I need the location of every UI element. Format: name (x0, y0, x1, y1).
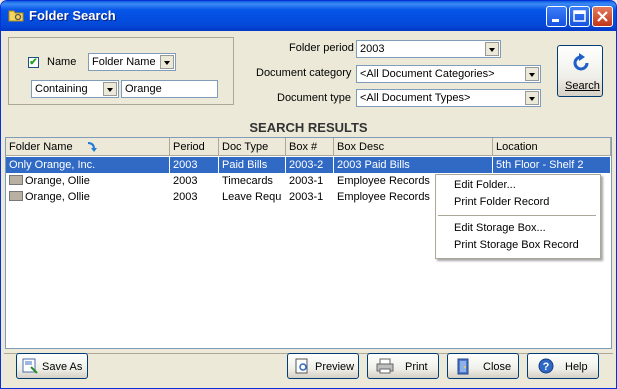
search-button[interactable]: Search (557, 45, 603, 97)
name-filter-group: ✔ Name Folder Name Containing Orange (8, 37, 234, 105)
document-category-label: Document category (256, 67, 352, 79)
column-header-box-desc[interactable]: Box Desc (334, 138, 493, 156)
chevron-down-icon[interactable] (103, 82, 117, 96)
print-label: Print (405, 361, 428, 373)
name-checkbox[interactable]: ✔ (28, 57, 39, 68)
printer-icon (376, 358, 394, 374)
minimize-button[interactable] (546, 6, 567, 27)
title-bar[interactable]: Folder Search (1, 1, 616, 31)
folder-name-text: Orange, Ollie (25, 175, 90, 187)
match-mode-select[interactable]: Containing (31, 80, 119, 98)
document-type-select[interactable]: <All Document Types> (356, 89, 541, 107)
help-icon: ? (538, 358, 554, 374)
name-checkbox-label: Name (47, 56, 77, 68)
search-button-label: Search (565, 80, 600, 92)
chevron-down-icon[interactable] (160, 55, 174, 69)
cell-period: 2003 (173, 191, 198, 203)
row-context-menu: Edit Folder... Print Folder Record Edit … (435, 174, 601, 259)
document-type-label: Document type (277, 92, 351, 104)
close-window-button[interactable] (592, 6, 613, 27)
cell-box-number: 2003-1 (289, 191, 324, 203)
name-field-select[interactable]: Folder Name (88, 53, 176, 71)
save-as-icon (22, 358, 38, 374)
preview-icon (295, 358, 308, 374)
preview-label: Preview (315, 361, 355, 373)
maximize-icon (573, 10, 586, 22)
folder-search-window: Folder Search ✔ Name Folder Name Contain… (0, 0, 617, 389)
column-header-label: Folder Name (9, 141, 73, 153)
cell-folder-name: Orange, Ollie (6, 189, 170, 205)
grid-header: Folder Name Period Doc Type Box # Box De… (6, 138, 611, 156)
print-button[interactable]: Print (367, 353, 439, 379)
close-door-icon (457, 358, 469, 375)
folder-period-select[interactable]: 2003 (356, 40, 501, 58)
cell-box-number: 2003-1 (289, 175, 324, 187)
column-header-location[interactable]: Location (493, 138, 611, 156)
svg-text:?: ? (543, 361, 550, 373)
close-label: Close (483, 361, 512, 373)
cell-period: 2003 (170, 157, 219, 173)
results-title: SEARCH RESULTS (249, 120, 368, 135)
menu-item-print-folder-record[interactable]: Print Folder Record (454, 196, 549, 208)
save-as-button[interactable]: Save As (16, 353, 88, 379)
cell-doc-type: Paid Bills (219, 157, 286, 173)
cell-doc-type: Timecards (222, 175, 273, 187)
cell-location: 5th Floor - Shelf 2 (493, 157, 611, 173)
cell-folder-name: Orange, Ollie (6, 173, 170, 189)
folder-icon (9, 191, 23, 201)
cell-box-number: 2003-2 (286, 157, 334, 173)
column-header-period[interactable]: Period (170, 138, 219, 156)
help-label: Help (565, 361, 588, 373)
folder-search-icon (8, 10, 24, 22)
cell-doc-type: Leave Requ (222, 191, 282, 203)
refresh-icon (573, 53, 589, 71)
sort-arrow-icon (87, 142, 97, 152)
chevron-down-icon[interactable] (525, 67, 539, 81)
folder-name-text: Orange, Ollie (25, 191, 90, 203)
preview-button[interactable]: Preview (287, 353, 359, 379)
minimize-icon (552, 19, 559, 22)
menu-item-edit-folder[interactable]: Edit Folder... (454, 179, 516, 191)
column-header-box-number[interactable]: Box # (286, 138, 334, 156)
column-header-folder-name[interactable]: Folder Name (6, 138, 170, 156)
menu-item-print-storage-box-record[interactable]: Print Storage Box Record (454, 239, 579, 251)
document-type-value: <All Document Types> (360, 92, 471, 104)
name-field-value: Folder Name (92, 56, 156, 68)
match-mode-value: Containing (35, 83, 88, 95)
document-category-select[interactable]: <All Document Categories> (356, 65, 541, 83)
close-icon (597, 11, 608, 22)
help-button[interactable]: ? Help (527, 353, 599, 379)
close-button[interactable]: Close (447, 353, 519, 379)
chevron-down-icon[interactable] (525, 91, 539, 105)
search-text-input[interactable]: Orange (121, 80, 218, 98)
cell-box-desc: 2003 Paid Bills (334, 157, 493, 173)
window-title: Folder Search (29, 8, 116, 23)
save-as-label: Save As (42, 361, 83, 373)
maximize-button[interactable] (569, 6, 590, 27)
folder-period-label: Folder period (289, 42, 354, 54)
menu-separator (438, 215, 596, 216)
folder-icon (9, 175, 23, 185)
cell-period: 2003 (173, 175, 198, 187)
cell-folder-name: Only Orange, Inc. (6, 157, 170, 173)
document-category-value: <All Document Categories> (360, 68, 495, 80)
chevron-down-icon[interactable] (485, 42, 499, 56)
folder-period-value: 2003 (360, 43, 385, 55)
table-row[interactable]: Only Orange, Inc. 2003 Paid Bills 2003-2… (6, 157, 611, 173)
column-header-doc-type[interactable]: Doc Type (219, 138, 286, 156)
menu-item-edit-storage-box[interactable]: Edit Storage Box... (454, 222, 546, 234)
